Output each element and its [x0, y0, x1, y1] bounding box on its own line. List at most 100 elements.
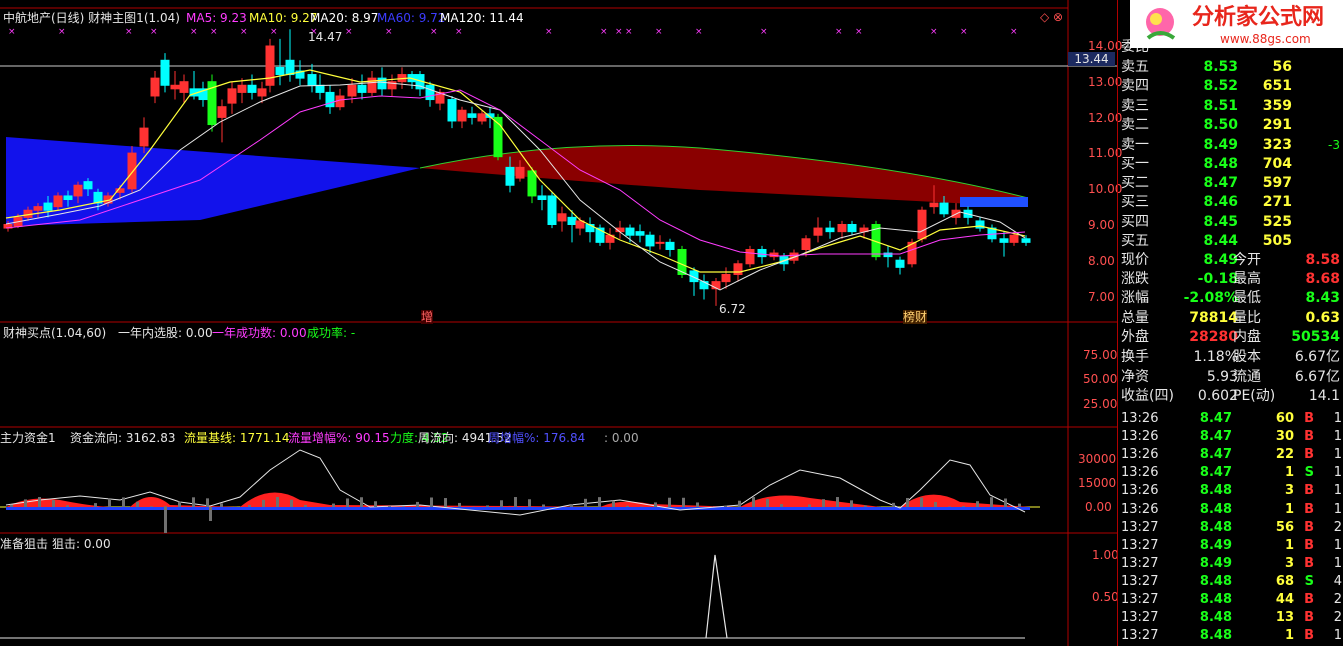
tick-side: B: [1304, 628, 1314, 644]
chart-area[interactable]: × × × × × × × × × × × × × × × × × × × × × × × × × 中航地产(日线) 财神主图1…: [0, 0, 1122, 646]
flow-tick: [836, 497, 839, 507]
low-price-label: 6.72: [719, 302, 746, 316]
bid-price: 8.48: [1203, 156, 1238, 172]
stat-label: 外盘: [1121, 328, 1149, 345]
candle-body: [699, 281, 709, 290]
flow-tick: [52, 500, 55, 507]
candle-body: [457, 109, 467, 122]
candle-body: [347, 84, 357, 97]
stat-value: 8.43: [1305, 290, 1340, 307]
signal-marker: ×: [855, 27, 863, 37]
ask-price: 8.52: [1203, 78, 1238, 95]
candle-body: [217, 106, 227, 118]
tick-price: 8.47: [1199, 411, 1232, 426]
signal-marker: ×: [695, 27, 703, 37]
tick-time: 13:26: [1121, 411, 1159, 426]
tick-count: 1: [1333, 483, 1342, 499]
candle-body: [275, 66, 285, 76]
candle-body: [567, 216, 577, 226]
tick-time: 13:27: [1121, 573, 1159, 589]
bid-price: 8.47: [1203, 175, 1238, 192]
candle-body: [929, 202, 939, 208]
ask-volume: 323: [1262, 136, 1292, 153]
ma-legend-item: MA20: 8.97: [310, 11, 379, 25]
ask-volume: 359: [1262, 97, 1292, 114]
tick-side: B: [1304, 501, 1314, 517]
panel4-axis-1: 1.00: [1092, 548, 1119, 562]
candle-body: [665, 241, 675, 250]
candle-body: [425, 84, 435, 101]
tick-row: 13:26 8.47 60 B 1: [1118, 410, 1343, 428]
stat-label: 最高: [1233, 271, 1261, 288]
bid-row-5[interactable]: 买五 8.44 505: [1118, 232, 1343, 251]
flow-tick: [612, 500, 615, 507]
panel3-field: 资金流向: 3162.83: [70, 431, 176, 445]
candle-body: [625, 227, 635, 236]
logo-text: 分析家公式网: [1192, 5, 1325, 30]
flow-tick: [598, 497, 601, 507]
panel3-field: 周增幅%: 176.84: [488, 431, 586, 445]
ask-label: 卖一: [1121, 136, 1149, 153]
stat-row: 外盘 28280 内盘 50534: [1118, 328, 1343, 347]
tick-price: 8.49: [1199, 555, 1232, 571]
tick-count: 2: [1333, 519, 1342, 535]
panel-config-icon[interactable]: ◇: [1040, 10, 1049, 24]
fundamental-row: 换手 1.18% 股本 6.67亿: [1118, 348, 1343, 367]
flow-tick: [122, 497, 125, 507]
flow-tick: [864, 505, 867, 507]
tick-volume: 68: [1275, 573, 1294, 589]
tick-time: 13:27: [1121, 519, 1159, 535]
panel-close-icon[interactable]: ⊗: [1053, 10, 1063, 24]
flow-tick: [500, 500, 503, 507]
bid-row-3[interactable]: 买三 8.46 271: [1118, 193, 1343, 212]
tick-side: S: [1304, 465, 1314, 481]
ask-label: 卖三: [1121, 97, 1149, 114]
flow-tick: [892, 502, 895, 507]
bid-row-1[interactable]: 买一 8.48 704: [1118, 155, 1343, 174]
candle-body: [467, 113, 477, 118]
fundamental-label: 股本: [1233, 349, 1261, 365]
bid-label: 买一: [1121, 156, 1149, 172]
tick-time: 13:26: [1121, 447, 1159, 463]
tick-count: 1: [1333, 537, 1342, 553]
panel2-title: 财神买点(1.04,60): [3, 326, 107, 340]
flow-tick: [486, 505, 489, 507]
flow-tick: [94, 503, 97, 507]
flow-tick: [724, 505, 727, 507]
bid-row-2[interactable]: 买二 8.47 597: [1118, 174, 1343, 193]
flow-tick: [584, 498, 587, 507]
ask-row-3[interactable]: 卖三 8.51 359: [1118, 97, 1343, 116]
flow-tick: [416, 501, 419, 507]
ask-row-5[interactable]: 卖五 8.53 56: [1118, 58, 1343, 77]
flow-tick: [248, 505, 251, 507]
tick-side: B: [1304, 519, 1314, 535]
candle-body: [895, 259, 905, 268]
tick-row: 13:27 8.49 3 B 1: [1118, 555, 1343, 573]
panel3-field: 流量增幅%: 90.15: [288, 431, 390, 445]
bid-row-4[interactable]: 买四 8.45 525: [1118, 213, 1343, 232]
flow-tick: [668, 497, 671, 507]
flow-tick: [682, 497, 685, 507]
signal-marker: ×: [655, 27, 663, 37]
candle-body: [43, 202, 53, 211]
tick-price: 8.48: [1199, 628, 1232, 644]
fundamental-value: 6.67亿: [1294, 349, 1340, 365]
panel4-field: 狙击: 0.00: [52, 537, 111, 551]
stat-label: 现价: [1121, 252, 1149, 268]
flow-tick: [136, 501, 139, 507]
panel2-axis-50: 50.00: [1083, 372, 1118, 386]
tick-price: 8.48: [1199, 592, 1232, 607]
ask-row-4[interactable]: 卖四 8.52 651: [1118, 77, 1343, 96]
tick-count: 1: [1333, 447, 1342, 463]
candle-body: [63, 195, 73, 201]
kline-svg[interactable]: × × × × × × × × × × × × × × × × × × × × × × × × ×: [0, 0, 1117, 646]
ask-diff: -3: [1328, 137, 1340, 152]
fundamental-label: PE(动): [1233, 388, 1276, 404]
candle-body: [83, 181, 93, 190]
flow-tick: [570, 504, 573, 507]
fundamental-value: 1.18%: [1193, 349, 1238, 365]
ask-row-1[interactable]: 卖一 8.49 323 -3: [1118, 136, 1343, 155]
ask-row-2[interactable]: 卖二 8.50 291: [1118, 116, 1343, 135]
flow-tick: [220, 503, 223, 507]
flow-tick: [374, 501, 377, 507]
